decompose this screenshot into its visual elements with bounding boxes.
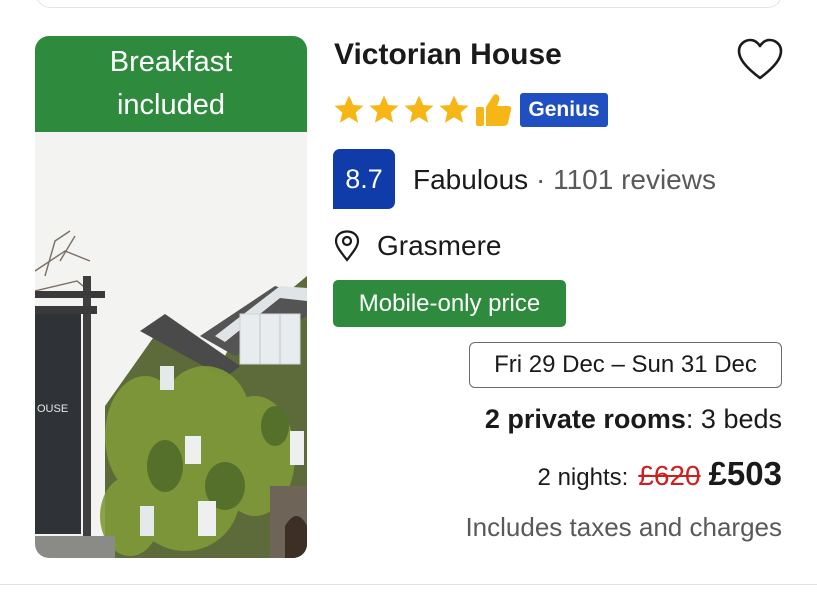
genius-badge: Genius <box>520 93 608 127</box>
location-link[interactable]: Grasmere <box>377 230 501 262</box>
previous-card-edge <box>36 0 782 8</box>
taxes-note: Includes taxes and charges <box>465 512 782 542</box>
breakfast-badge-line2: included <box>116 89 226 121</box>
rating-word: Fabulous <box>413 164 529 195</box>
rooms-summary: 2 private rooms: 3 beds <box>485 404 782 435</box>
discounted-price: £503 <box>708 455 782 492</box>
breakfast-included-badge: Breakfast included <box>35 36 307 132</box>
star-icon <box>404 95 434 123</box>
map-pin-icon <box>334 230 360 262</box>
hotel-name[interactable]: Victorian House <box>334 38 562 72</box>
star-rating <box>333 90 513 130</box>
nights-label: 2 nights: <box>537 464 629 491</box>
sign-text: OUSE <box>37 403 68 415</box>
card-divider <box>0 584 817 585</box>
rating-summary[interactable]: Fabulous · 1101 reviews <box>413 164 716 196</box>
heart-outline-icon[interactable] <box>736 38 784 82</box>
review-score-badge: 8.7 <box>333 149 395 209</box>
review-count: 1101 reviews <box>553 164 716 195</box>
thumbs-up-icon <box>476 94 512 126</box>
mobile-only-price-badge: Mobile-only price <box>333 280 566 327</box>
beds-count: : 3 beds <box>685 404 782 434</box>
rating-separator: · <box>528 164 554 195</box>
star-icon <box>439 95 469 123</box>
original-price: £620 <box>638 460 701 491</box>
price-line: 2 nights: £620 £503 <box>538 455 782 493</box>
stay-dates[interactable]: Fri 29 Dec – Sun 31 Dec <box>469 342 782 388</box>
breakfast-badge-line1: Breakfast <box>109 46 233 78</box>
hotel-photo[interactable]: OUSE Breakfast included <box>35 36 307 558</box>
star-icon <box>334 95 364 123</box>
star-icon <box>369 95 399 123</box>
rooms-count: 2 private rooms <box>484 404 686 434</box>
